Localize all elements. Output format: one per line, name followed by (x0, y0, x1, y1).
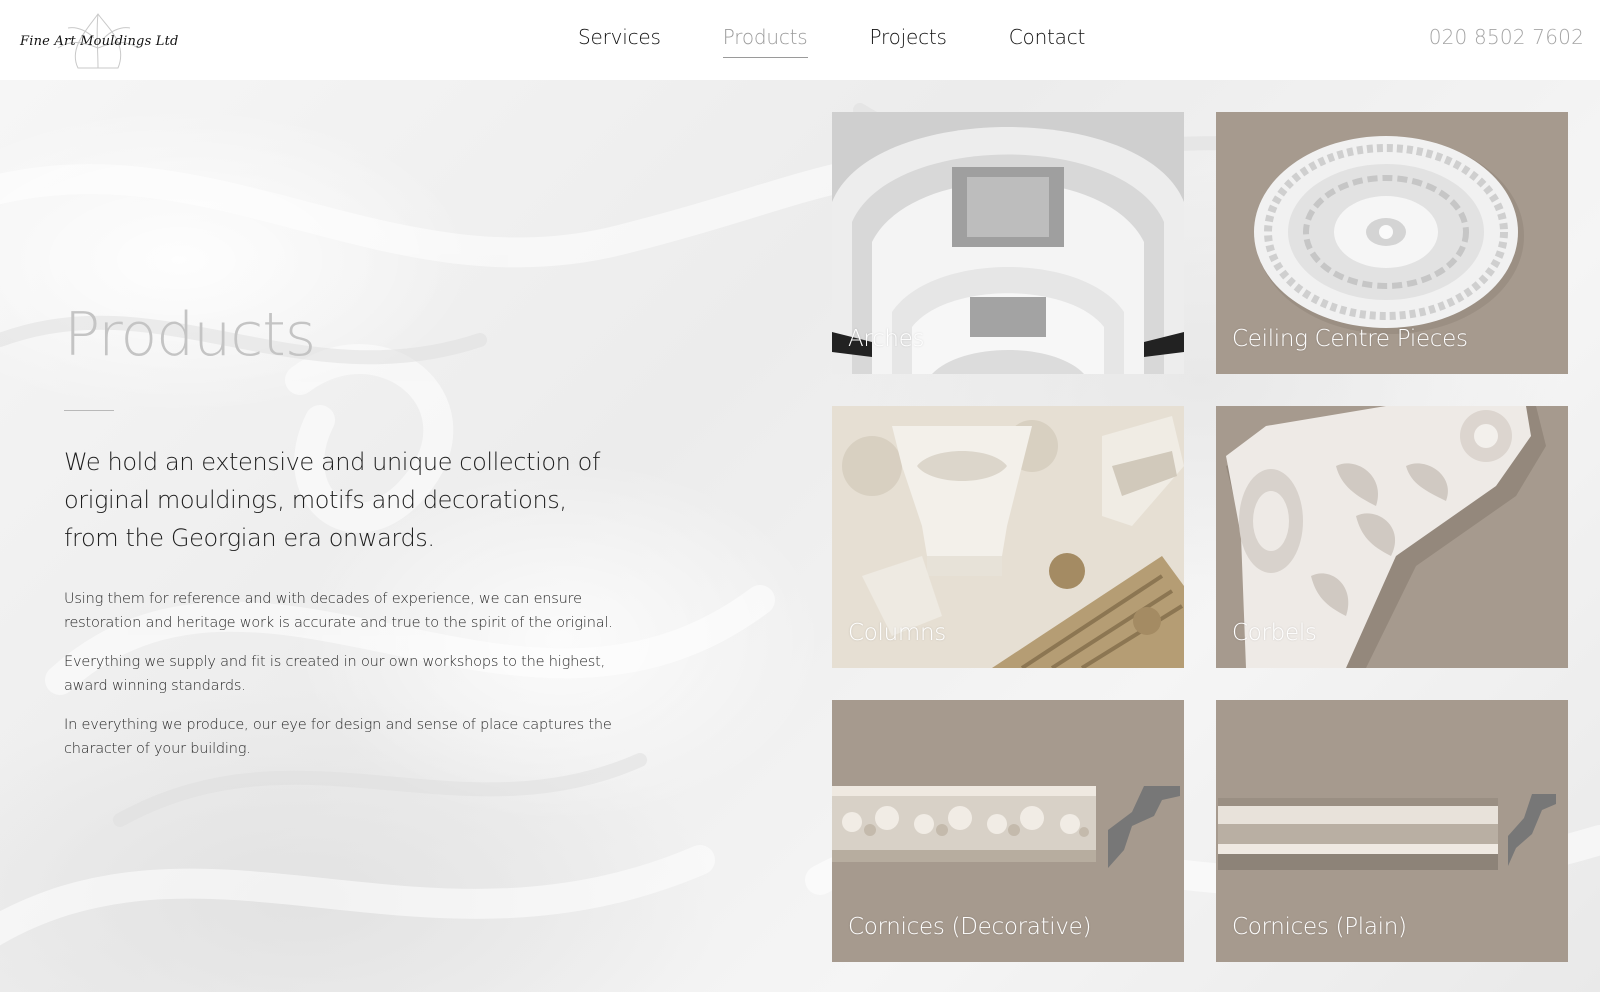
product-label: Arches (848, 326, 925, 352)
product-card-ceiling-centre-pieces[interactable]: Ceiling Centre Pieces (1216, 112, 1568, 374)
product-label: Corbels (1232, 620, 1317, 646)
phone-number[interactable]: 020 8502 7602 (1429, 25, 1584, 49)
body-paragraph: Everything we supply and fit is created … (64, 654, 606, 694)
site-header: Fine Art Mouldings Ltd Services Products… (0, 0, 1600, 80)
site-logo[interactable]: Fine Art Mouldings Ltd (18, 8, 179, 72)
product-card-corbels[interactable]: Corbels (1216, 406, 1568, 668)
logo-text: Fine Art Mouldings Ltd (20, 34, 179, 49)
nav-products[interactable]: Products (722, 24, 808, 58)
nav-services[interactable]: Services (578, 24, 661, 58)
product-label: Cornices (Decorative) (848, 914, 1092, 940)
product-grid: Arches Ceiling Centre Pieces Columns Cor… (832, 112, 1568, 962)
nav-contact[interactable]: Contact (1009, 24, 1086, 58)
product-card-cornices-decorative[interactable]: Cornices (Decorative) (832, 700, 1184, 962)
nav-projects[interactable]: Projects (870, 24, 947, 58)
intro-section: Products We hold an extensive and unique… (64, 300, 624, 761)
product-label: Cornices (Plain) (1232, 914, 1407, 940)
body-paragraph: In everything we produce, our eye for de… (64, 717, 612, 757)
page-title: Products (64, 300, 316, 370)
title-divider (64, 410, 114, 411)
body-paragraph: Using them for reference and with decade… (64, 591, 613, 631)
product-label: Columns (848, 620, 946, 646)
main-nav: Services Products Projects Contact (578, 24, 1085, 58)
product-card-columns[interactable]: Columns (832, 406, 1184, 668)
lead-paragraph: We hold an extensive and unique collecti… (64, 448, 601, 552)
product-label: Ceiling Centre Pieces (1232, 326, 1468, 352)
product-card-arches[interactable]: Arches (832, 112, 1184, 374)
product-card-cornices-plain[interactable]: Cornices (Plain) (1216, 700, 1568, 962)
